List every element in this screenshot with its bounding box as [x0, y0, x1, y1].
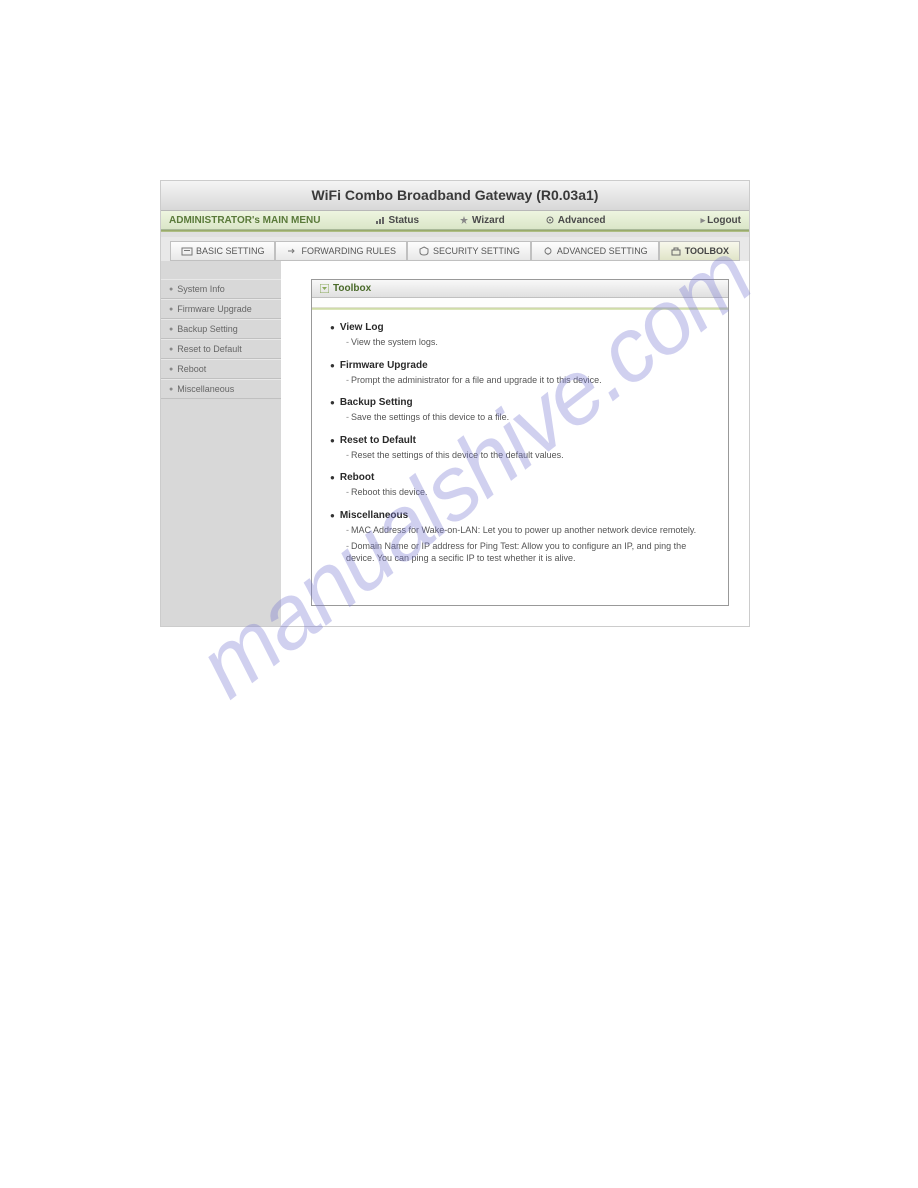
bullet-icon: ● [330, 361, 335, 370]
sidebar-miscellaneous[interactable]: ● Miscellaneous [161, 379, 281, 399]
bullet-icon: ● [330, 323, 335, 332]
feature-backup-setting: ● Backup Setting -Save the settings of t… [330, 397, 710, 424]
feature-desc: -Domain Name or IP address for Ping Test… [346, 540, 710, 565]
bullet-icon: ● [169, 386, 173, 393]
feature-desc: -Reset the settings of this device to th… [346, 449, 710, 462]
tab-toolbox[interactable]: TOOLBOX [659, 241, 740, 261]
panel-title: Toolbox [333, 283, 371, 294]
toolbox-icon [670, 246, 682, 256]
bullet-icon: ● [330, 436, 335, 445]
menu-bar: ADMINISTRATOR's MAIN MENU Status Wizard … [161, 211, 749, 230]
panel-header: Toolbox [312, 280, 728, 298]
sidebar-reboot[interactable]: ● Reboot [161, 359, 281, 379]
panel-arrow-icon [320, 284, 329, 293]
tab-bar: BASIC SETTING FORWARDING RULES SECURITY … [161, 237, 749, 261]
bullet-icon: ● [169, 366, 173, 373]
feature-reboot: ● Reboot -Reboot this device. [330, 472, 710, 499]
menu-advanced[interactable]: Advanced [545, 215, 606, 226]
feature-desc: -Prompt the administrator for a file and… [346, 374, 710, 387]
basic-icon [181, 246, 193, 256]
title-bar: WiFi Combo Broadband Gateway (R0.03a1) [161, 181, 749, 211]
panel-divider [312, 298, 728, 308]
feature-title: ● Reboot [330, 472, 710, 483]
security-icon [418, 246, 430, 256]
sidebar-system-info[interactable]: ● System Info [161, 279, 281, 299]
bullet-icon: ● [169, 286, 173, 293]
tab-basic-setting[interactable]: BASIC SETTING [170, 241, 276, 261]
menu-wizard[interactable]: Wizard [459, 215, 505, 226]
feature-miscellaneous: ● Miscellaneous -MAC Address for Wake-on… [330, 510, 710, 565]
menu-items: Status Wizard Advanced [375, 215, 700, 226]
feature-title: ● Firmware Upgrade [330, 360, 710, 371]
bullet-icon: ● [330, 398, 335, 407]
feature-desc: -Reboot this device. [346, 486, 710, 499]
toolbox-panel: Toolbox ● View Log -View the system logs… [311, 279, 729, 606]
feature-desc: -Save the settings of this device to a f… [346, 411, 710, 424]
advanced-icon [545, 215, 555, 225]
tab-advanced-setting[interactable]: ADVANCED SETTING [531, 241, 659, 261]
forwarding-icon [286, 246, 298, 256]
feature-title: ● Reset to Default [330, 435, 710, 446]
sidebar: ● System Info ● Firmware Upgrade ● Backu… [161, 261, 281, 626]
advanced-setting-icon [542, 246, 554, 256]
panel-body: ● View Log -View the system logs. ● Firm… [312, 310, 728, 594]
bullet-icon: ● [330, 473, 335, 482]
main-menu-label: ADMINISTRATOR's MAIN MENU [169, 215, 320, 226]
logout-link[interactable]: ▸ Logout [701, 215, 741, 226]
tab-forwarding-rules[interactable]: FORWARDING RULES [275, 241, 407, 261]
tab-security-setting[interactable]: SECURITY SETTING [407, 241, 531, 261]
content-area: Toolbox ● View Log -View the system logs… [281, 261, 749, 626]
menu-status[interactable]: Status [375, 215, 419, 226]
sidebar-reset-default[interactable]: ● Reset to Default [161, 339, 281, 359]
app-title: WiFi Combo Broadband Gateway (R0.03a1) [312, 187, 599, 203]
status-icon [375, 215, 385, 225]
feature-desc: -View the system logs. [346, 336, 710, 349]
feature-title: ● View Log [330, 322, 710, 333]
feature-title: ● Backup Setting [330, 397, 710, 408]
main-body: ● System Info ● Firmware Upgrade ● Backu… [161, 261, 749, 626]
feature-reset-default: ● Reset to Default -Reset the settings o… [330, 435, 710, 462]
wizard-icon [459, 215, 469, 225]
feature-desc: -MAC Address for Wake-on-LAN: Let you to… [346, 524, 710, 537]
feature-title: ● Miscellaneous [330, 510, 710, 521]
feature-view-log: ● View Log -View the system logs. [330, 322, 710, 349]
bullet-icon: ● [169, 326, 173, 333]
bullet-icon: ● [169, 306, 173, 313]
arrow-icon: ▸ [701, 215, 706, 226]
bullet-icon: ● [330, 511, 335, 520]
tab-container: BASIC SETTING FORWARDING RULES SECURITY … [170, 241, 740, 261]
router-admin-window: WiFi Combo Broadband Gateway (R0.03a1) A… [160, 180, 750, 627]
sidebar-firmware-upgrade[interactable]: ● Firmware Upgrade [161, 299, 281, 319]
feature-firmware-upgrade: ● Firmware Upgrade -Prompt the administr… [330, 360, 710, 387]
sidebar-backup-setting[interactable]: ● Backup Setting [161, 319, 281, 339]
bullet-icon: ● [169, 346, 173, 353]
